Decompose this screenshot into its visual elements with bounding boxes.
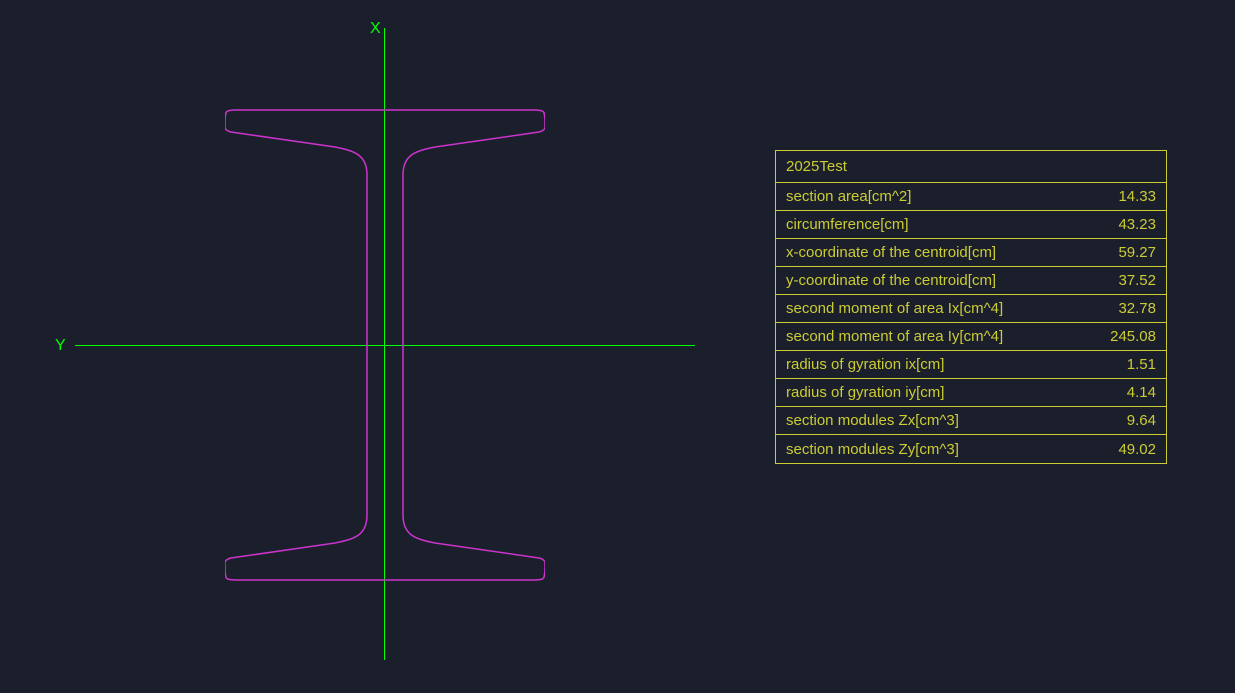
table-row: second moment of area Ix[cm^4] 32.78: [776, 295, 1166, 323]
table-row: section area[cm^2] 14.33: [776, 183, 1166, 211]
row-label: second moment of area Ix[cm^4]: [786, 300, 1003, 317]
row-value: 4.14: [1127, 384, 1156, 401]
y-axis-label: Y: [55, 337, 66, 355]
table-row: second moment of area Iy[cm^4] 245.08: [776, 323, 1166, 351]
row-value: 14.33: [1118, 188, 1156, 205]
row-label: section modules Zy[cm^3]: [786, 441, 959, 458]
table-row: x-coordinate of the centroid[cm] 59.27: [776, 239, 1166, 267]
row-value: 32.78: [1118, 300, 1156, 317]
row-value: 59.27: [1118, 244, 1156, 261]
row-value: 245.08: [1110, 328, 1156, 345]
table-row: circumference[cm] 43.23: [776, 211, 1166, 239]
table-title: 2025Test: [776, 151, 1166, 183]
row-value: 37.52: [1118, 272, 1156, 289]
row-value: 43.23: [1118, 216, 1156, 233]
i-beam-shape: [225, 105, 545, 585]
table-row: section modules Zy[cm^3] 49.02: [776, 435, 1166, 463]
row-value: 1.51: [1127, 356, 1156, 373]
row-label: circumference[cm]: [786, 216, 909, 233]
row-label: second moment of area Iy[cm^4]: [786, 328, 1003, 345]
section-properties-table: 2025Test section area[cm^2] 14.33 circum…: [775, 150, 1167, 464]
row-label: y-coordinate of the centroid[cm]: [786, 272, 996, 289]
row-value: 9.64: [1127, 412, 1156, 429]
table-row: section modules Zx[cm^3] 9.64: [776, 407, 1166, 435]
row-label: radius of gyration iy[cm]: [786, 384, 944, 401]
row-label: x-coordinate of the centroid[cm]: [786, 244, 996, 261]
table-row: y-coordinate of the centroid[cm] 37.52: [776, 267, 1166, 295]
row-value: 49.02: [1118, 441, 1156, 458]
row-label: section area[cm^2]: [786, 188, 911, 205]
row-label: radius of gyration ix[cm]: [786, 356, 944, 373]
row-label: section modules Zx[cm^3]: [786, 412, 959, 429]
cad-canvas[interactable]: X Y 2025Test section area[cm^2] 14.33 ci…: [0, 0, 1235, 693]
table-row: radius of gyration iy[cm] 4.14: [776, 379, 1166, 407]
x-axis-label: X: [370, 20, 381, 38]
table-row: radius of gyration ix[cm] 1.51: [776, 351, 1166, 379]
